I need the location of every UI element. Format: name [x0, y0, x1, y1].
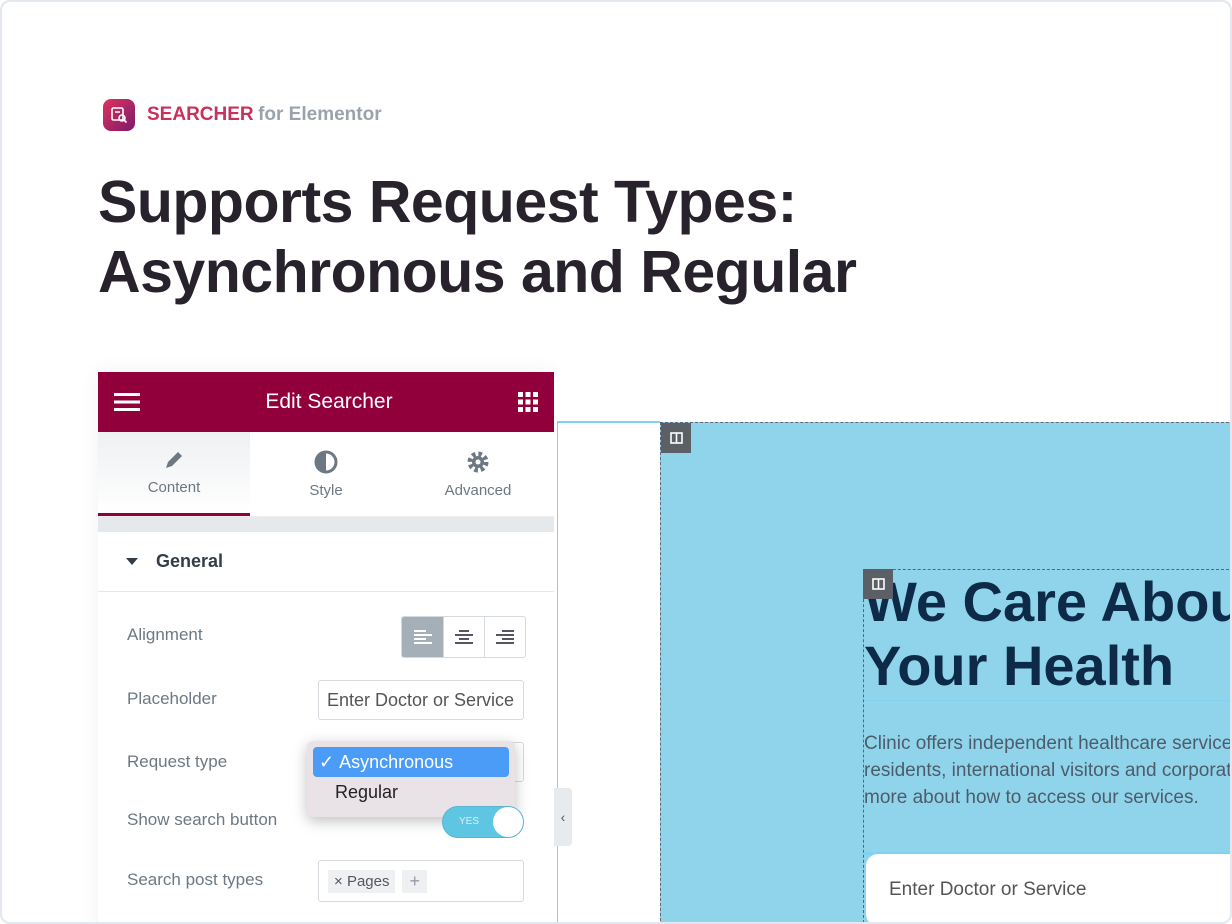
tab-content[interactable]: Content: [98, 432, 250, 516]
apps-grid-icon[interactable]: [517, 392, 538, 412]
column[interactable]: We Care About Your Health Clinic offers i…: [863, 569, 1232, 922]
section-general[interactable]: General: [98, 532, 554, 592]
request-type-label: Request type: [127, 752, 228, 771]
contrast-icon: [314, 450, 338, 473]
hero-paragraph: Clinic offers independent healthcare ser…: [864, 730, 1232, 811]
hamburger-menu-icon[interactable]: [114, 392, 140, 412]
add-icon[interactable]: +: [402, 869, 427, 893]
tab-label: Advanced: [444, 481, 512, 499]
pencil-icon: [166, 452, 182, 468]
tab-label: Content: [147, 479, 201, 496]
columns-icon: [669, 432, 683, 444]
post-types-input[interactable]: × Pages +: [318, 860, 524, 902]
toggle-knob: [493, 807, 523, 837]
caret-down-icon: [126, 557, 138, 565]
collapse-panel-button[interactable]: ‹: [554, 788, 572, 846]
section-handle[interactable]: [661, 423, 691, 453]
columns-icon: [871, 578, 885, 590]
brand-name: SEARCHER: [147, 104, 254, 125]
divider: [557, 421, 660, 423]
alignment-label: Alignment: [127, 625, 203, 644]
check-icon: ✓: [319, 751, 340, 772]
align-center-icon: [455, 630, 473, 644]
tag-pages[interactable]: × Pages: [328, 869, 396, 893]
brand: SEARCHER for Elementor: [103, 99, 382, 131]
toggle-value: YES: [459, 816, 480, 827]
post-types-label: Search post types: [127, 870, 264, 889]
show-search-button-toggle[interactable]: YES: [442, 806, 524, 838]
panel-title: Edit Searcher: [265, 390, 393, 413]
align-left-button[interactable]: [402, 617, 443, 657]
heading-line: Your Health: [864, 634, 1175, 697]
hero-heading: We Care About Your Health: [864, 570, 1232, 698]
show-search-button-label: Show search button: [127, 810, 278, 829]
chevron-left-icon: ‹: [560, 809, 566, 825]
searcher-logo-icon: [103, 99, 135, 131]
divider: [98, 517, 554, 532]
gear-icon: [467, 451, 489, 472]
remove-icon[interactable]: ×: [334, 873, 347, 890]
paragraph-line: residents, international visitors and co…: [864, 760, 1232, 781]
paragraph-line: more about how to access our services.: [864, 787, 1199, 808]
tab-style[interactable]: Style: [250, 432, 402, 516]
heading-line: We Care About: [864, 570, 1232, 633]
align-left-icon: [413, 630, 432, 644]
option-asynchronous[interactable]: ✓ Asynchronous: [313, 747, 509, 777]
search-input[interactable]: Enter Doctor or Service: [866, 854, 1230, 922]
align-right-icon: [496, 630, 514, 644]
tab-label: Style: [309, 481, 343, 499]
title-line: Asynchronous and Regular: [98, 239, 857, 305]
option-regular[interactable]: Regular: [313, 777, 509, 807]
preview-canvas: ‹ We Care About Your Health Clinic offers…: [554, 372, 1232, 922]
column-handle[interactable]: [863, 569, 893, 599]
paragraph-line: Clinic offers independent healthcare ser…: [864, 733, 1232, 754]
placeholder-label: Placeholder: [127, 689, 217, 708]
alignment-control: [401, 616, 526, 658]
placeholder-input[interactable]: Enter Doctor or Service: [318, 680, 524, 720]
page-title: Supports Request Types: Asynchronous and …: [98, 167, 857, 307]
panel-header: Edit Searcher: [98, 372, 554, 432]
divider: [557, 421, 558, 922]
page: SEARCHER for Elementor Supports Request …: [0, 0, 1232, 924]
tag-label: Pages: [346, 872, 390, 890]
hero-section[interactable]: We Care About Your Health Clinic offers i…: [660, 422, 1232, 922]
align-center-button[interactable]: [443, 617, 484, 657]
editor-panel: Edit Searcher Content Style Advanced Gen…: [98, 372, 554, 922]
option-label: Asynchronous: [339, 751, 454, 772]
section-title: General: [156, 551, 224, 571]
align-right-button[interactable]: [484, 617, 525, 657]
title-line: Supports Request Types:: [98, 169, 797, 235]
tab-advanced[interactable]: Advanced: [402, 432, 554, 516]
divider: [864, 700, 1230, 701]
brand-suffix: for Elementor: [258, 104, 382, 125]
